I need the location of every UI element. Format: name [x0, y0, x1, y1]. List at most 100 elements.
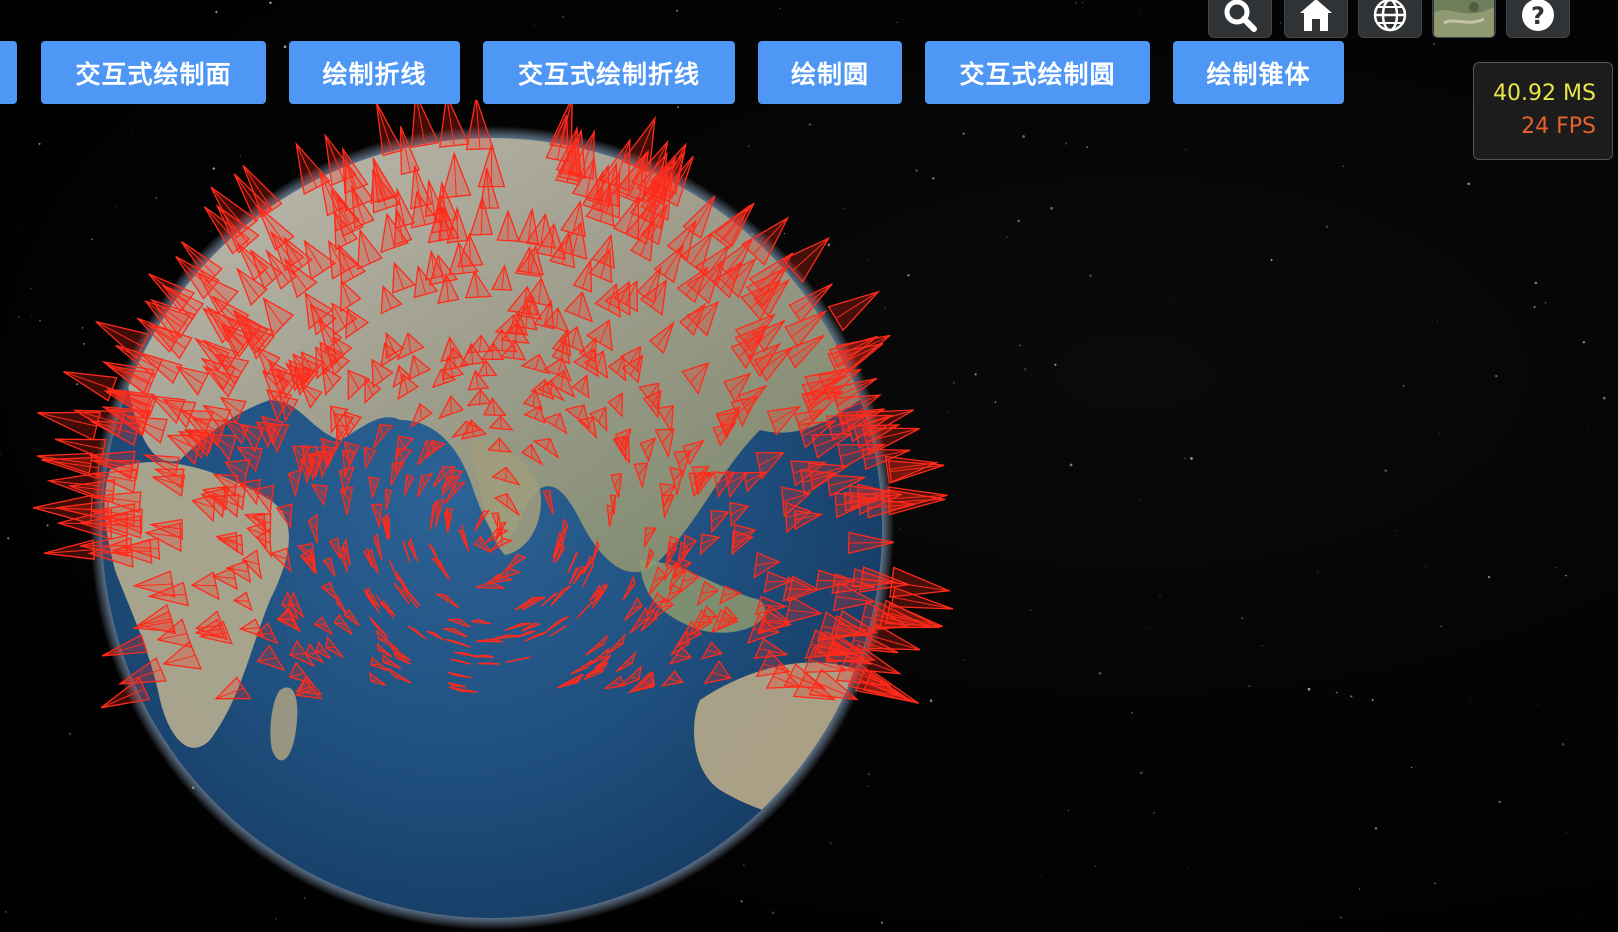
home-icon [1300, 0, 1332, 31]
star [1544, 302, 1547, 304]
star [215, 10, 218, 14]
globe-icon [1373, 0, 1407, 32]
star [1153, 812, 1155, 814]
draw-polyline-button[interactable]: 绘制折线 [289, 41, 460, 104]
star [1495, 374, 1498, 378]
star [304, 897, 306, 899]
star [1172, 297, 1174, 299]
star [884, 307, 886, 309]
star [1098, 671, 1102, 675]
star [1576, 165, 1578, 167]
star [974, 373, 977, 376]
draw-circle-button[interactable]: 绘制圆 [758, 41, 902, 104]
star [1384, 469, 1387, 472]
star [1565, 832, 1568, 834]
cone [863, 669, 920, 705]
star [1438, 432, 1441, 435]
scene-mode-button[interactable] [1358, 0, 1422, 38]
performance-display: 40.92 MS 24 FPS [1473, 62, 1613, 160]
star [843, 207, 845, 209]
star [1082, 2, 1084, 4]
star [1139, 13, 1141, 15]
star [1602, 396, 1606, 400]
star [1086, 146, 1089, 149]
star [779, 8, 781, 10]
star [76, 383, 79, 386]
star [21, 228, 23, 230]
interactive-draw-circle-button[interactable]: 交互式绘制圆 [925, 41, 1150, 104]
base-layer-picker-button[interactable] [1432, 0, 1496, 38]
star [7, 537, 10, 540]
star [1017, 219, 1020, 223]
fps-readout: 24 FPS [1474, 110, 1596, 143]
star [534, 25, 536, 26]
star [962, 132, 965, 135]
star [1023, 368, 1027, 371]
star [1270, 259, 1273, 262]
star [676, 9, 679, 12]
star [1410, 766, 1413, 769]
star [1350, 695, 1353, 698]
star [1561, 743, 1565, 746]
fps-unit: FPS [1556, 114, 1596, 139]
star [1572, 265, 1574, 267]
star [953, 382, 955, 384]
star [1064, 142, 1068, 145]
interactive-draw-polygon-button[interactable]: 交互式绘制面 [41, 41, 266, 104]
star [1054, 363, 1057, 366]
star [1394, 530, 1396, 532]
draw-cone-button[interactable]: 绘制锥体 [1173, 41, 1344, 104]
geocoder-button[interactable] [1208, 0, 1272, 38]
star [82, 343, 85, 345]
cone [46, 472, 101, 500]
globe-scene[interactable] [0, 0, 1618, 932]
star [1248, 685, 1251, 688]
star [1440, 625, 1442, 627]
star [269, 1, 272, 5]
star [476, 930, 477, 932]
help-button[interactable]: ? [1506, 0, 1570, 38]
help-icon: ? [1522, 0, 1554, 31]
star [1131, 711, 1133, 714]
partial-button[interactable] [0, 41, 17, 104]
star [1149, 627, 1150, 629]
star [1466, 745, 1467, 747]
imagery-thumbnail [1434, 0, 1494, 37]
star [1139, 499, 1141, 501]
star [191, 176, 193, 178]
cone [465, 100, 495, 151]
star [68, 732, 72, 736]
star [1190, 457, 1193, 460]
star [1358, 888, 1361, 890]
star [1374, 827, 1378, 830]
home-button[interactable] [1284, 0, 1348, 38]
star [740, 900, 743, 903]
star [1436, 320, 1438, 322]
cone [33, 494, 93, 525]
star [783, 232, 786, 235]
star [1342, 165, 1344, 167]
star [1030, 609, 1032, 611]
cesium-viewer[interactable]: 交互式绘制面 绘制折线 交互式绘制折线 绘制圆 交互式绘制圆 绘制锥体 ? 40… [0, 0, 1618, 932]
star [854, 878, 855, 880]
interactive-draw-polyline-button[interactable]: 交互式绘制折线 [483, 41, 735, 104]
star [1424, 565, 1426, 567]
star [947, 410, 949, 412]
star [39, 319, 41, 322]
star [915, 169, 918, 172]
star [880, 921, 883, 924]
star [1582, 341, 1585, 344]
star [1184, 458, 1186, 460]
star [677, 106, 680, 109]
star [239, 155, 241, 157]
star [1339, 916, 1342, 919]
star [867, 785, 869, 787]
star [742, 864, 745, 867]
star [1467, 182, 1471, 186]
star [1067, 809, 1069, 812]
star [562, 16, 564, 18]
star [1498, 800, 1501, 804]
star [30, 287, 33, 290]
star [1022, 135, 1025, 138]
star [1434, 882, 1436, 885]
